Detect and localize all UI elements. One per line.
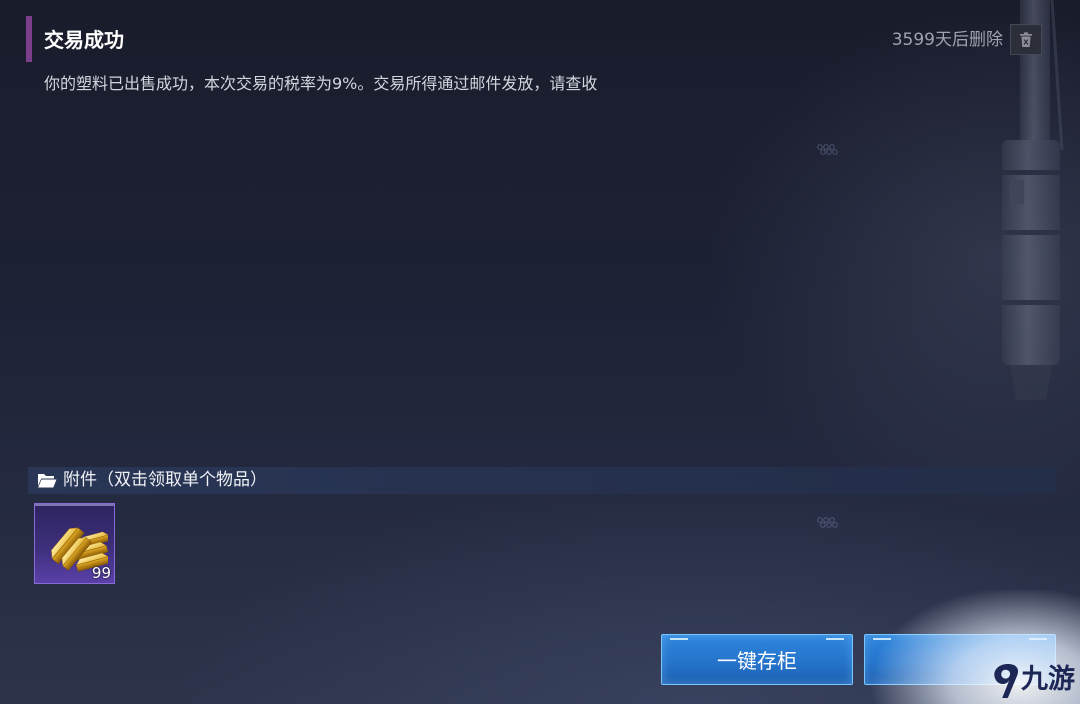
trash-icon: [1020, 31, 1032, 47]
attachment-item-slot[interactable]: 99: [34, 503, 115, 584]
store-all-button[interactable]: 一键存柜: [661, 634, 853, 685]
mail-body-text: 你的塑料已出售成功，本次交易的税率为9%。交易所得通过邮件发放，请查收: [44, 74, 598, 93]
hexagon-pattern-decoration: [816, 517, 838, 528]
title-accent-bar: [26, 16, 32, 62]
background-rocket-decoration: [1002, 0, 1064, 400]
attachments-header: 附件（双击领取单个物品）: [28, 467, 1056, 494]
attachments-header-label: 附件（双击领取单个物品）: [63, 470, 267, 490]
jiuyou-logo-icon: [994, 664, 1019, 698]
hexagon-pattern-decoration: [816, 144, 838, 155]
folder-open-icon: [38, 474, 57, 488]
mail-title: 交易成功: [44, 28, 124, 52]
delete-mail-button[interactable]: [1010, 24, 1042, 55]
watermark-text: 九游: [1021, 664, 1075, 695]
item-count: 99: [91, 564, 111, 582]
mail-detail-panel: 交易成功 3599天后删除 你的塑料已出售成功，本次交易的税率为9%。交易所得通…: [0, 0, 1080, 704]
mail-expiry-text: 3599天后删除: [891, 30, 1003, 50]
